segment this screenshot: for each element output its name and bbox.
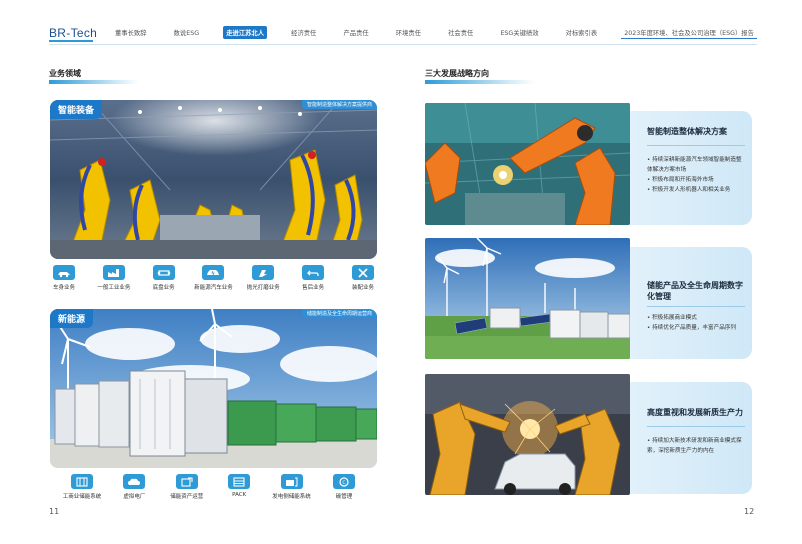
wind-storage-photo <box>425 238 630 359</box>
top-navigation: 董事长致辞 数说ESG 走进江苏北人 经济责任 产品责任 环境责任 社会责任 E… <box>112 26 757 44</box>
nav-item-esg-numbers[interactable]: 数说ESG <box>171 26 202 39</box>
business-item-label: 底盘业务 <box>152 285 175 291</box>
brand-logo: BR-Tech <box>49 26 98 40</box>
business-item-label: 储能资产运营 <box>170 494 204 500</box>
business-item-label: 新能源汽车业务 <box>194 285 233 291</box>
strategy-bullets: • 持续深耕新能源汽车领域智能制造整体解决方案市场 • 积极布局和开拓海外市场 … <box>647 155 747 195</box>
smart-equipment-corner-tag: 智能制造整体解决方案提供商 <box>301 100 377 109</box>
welding-robot-illustration <box>425 103 630 225</box>
nav-item-environment[interactable]: 环境责任 <box>393 26 424 39</box>
business-item-label: 碳管理 <box>335 494 353 500</box>
assembly-tools-icon <box>351 265 374 280</box>
business-item: 一般工业业务 <box>94 265 134 291</box>
strategy-card-title: 高度重视和发展新质生产力 <box>647 408 743 417</box>
business-item: 底盘业务 <box>144 265 184 291</box>
card-divider <box>647 426 745 427</box>
asset-ops-icon <box>175 474 198 489</box>
business-item-label: 装配业务 <box>351 285 374 291</box>
business-areas-title: 业务领域 <box>49 69 81 78</box>
car-body-icon <box>53 265 75 280</box>
chassis-icon <box>152 265 175 280</box>
nav-item-report-title[interactable]: 2023年度环境、社会及公司治理（ESG）报告 <box>621 26 757 39</box>
business-item-label: 一般工业业务 <box>97 285 131 291</box>
nav-item-product[interactable]: 产品责任 <box>340 26 371 39</box>
strategy-bullet: • 积极布局和开拓海外市场 <box>647 177 714 183</box>
carbon-icon: C <box>332 474 355 489</box>
business-item-label: 抛光打磨业务 <box>246 285 280 291</box>
business-item: 储能资产运营 <box>167 474 207 500</box>
strategy-bullet: • 持续深耕新能源汽车领域智能制造整体解决方案市场 <box>647 157 742 173</box>
header-divider <box>49 44 757 45</box>
page-number-left: 11 <box>49 507 60 516</box>
after-sales-icon <box>302 265 325 280</box>
nav-item-social[interactable]: 社会责任 <box>445 26 476 39</box>
energy-storage-illustration <box>50 309 377 468</box>
business-item-label: 车身业务 <box>52 285 75 291</box>
svg-text:C: C <box>342 480 345 486</box>
business-item-label: 工商业储能系统 <box>62 494 102 500</box>
business-item: PACK <box>219 474 259 500</box>
pack-icon <box>228 474 251 489</box>
business-item: 车身业务 <box>44 265 84 291</box>
business-areas-title-bar <box>49 80 139 84</box>
business-item: 新能源汽车业务 <box>193 265 233 291</box>
strategy-bullets: • 持续加大新技术研发和新商业模式探索，深挖新质生产力的内在 <box>647 436 747 456</box>
wind-storage-illustration <box>425 238 630 359</box>
business-item-label: PACK <box>232 492 247 498</box>
generation-storage-icon <box>280 474 303 489</box>
polishing-icon <box>252 265 275 280</box>
business-item: 装配业务 <box>343 265 383 291</box>
page-number-right: 12 <box>744 507 755 516</box>
smart-equipment-photo: 智能装备 智能制造整体解决方案提供商 <box>50 100 377 259</box>
strategy-bullet: • 积极拓展商业模式 <box>647 315 697 321</box>
robot-factory-illustration <box>50 100 377 259</box>
business-item: 虚拟电厂 <box>114 474 154 500</box>
strategy-bullet: • 持续加大新技术研发和新商业模式探索，深挖新质生产力的内在 <box>647 438 742 454</box>
business-item: 工商业储能系统 <box>62 474 102 500</box>
nav-item-kpi[interactable]: ESG关键绩效 <box>497 26 541 39</box>
strategy-card-title: 智能制造整体解决方案 <box>647 127 727 136</box>
strategy-bullets: • 积极拓展商业模式 • 持续优化产品质量，丰富产品序列 <box>647 313 747 333</box>
factory-icon <box>102 265 125 280</box>
nav-item-index[interactable]: 对标索引表 <box>563 26 600 39</box>
new-energy-photo: 新能源 储能制造及全生命周期运营商 <box>50 309 377 468</box>
nav-item-about[interactable]: 走进江苏北人 <box>223 26 267 39</box>
new-energy-tag: 新能源 <box>50 309 94 328</box>
strategy-bullet: • 持续优化产品质量，丰富产品序列 <box>647 325 736 331</box>
business-item: 抛光打磨业务 <box>243 265 283 291</box>
business-item: C 碳管理 <box>324 474 364 500</box>
ev-car-icon <box>202 265 225 280</box>
car-welding-photo <box>425 374 630 495</box>
business-item: 售后业务 <box>293 265 333 291</box>
nav-item-economic[interactable]: 经济责任 <box>288 26 319 39</box>
nav-item-chairman[interactable]: 董事长致辞 <box>112 26 149 39</box>
strategy-card-title: 储能产品及全生命周期数字化管理 <box>647 281 743 301</box>
card-divider <box>647 306 745 307</box>
smart-equipment-icon-row: 车身业务 一般工业业务 底盘业务 新能源汽车业务 抛光打磨业务 售后业务 装配业… <box>44 265 383 291</box>
business-item-label: 发电侧储能系统 <box>272 494 311 500</box>
battery-cabinet-icon <box>71 474 93 489</box>
car-welding-illustration <box>425 374 630 495</box>
logo-underline <box>49 40 93 42</box>
strategy-title: 三大发展战略方向 <box>425 69 489 78</box>
strategy-bullet: • 积极开发人形机器人和相关业务 <box>647 187 731 193</box>
new-energy-icon-row: 工商业储能系统 虚拟电厂 储能资产运营 PACK 发电侧储能系统 C 碳管理 <box>62 474 364 500</box>
business-item-label: 虚拟电厂 <box>123 494 146 500</box>
business-item: 发电侧储能系统 <box>272 474 312 500</box>
new-energy-corner-tag: 储能制造及全生命周期运营商 <box>301 309 377 318</box>
card-divider <box>647 145 745 146</box>
smart-equipment-tag: 智能装备 <box>50 100 103 119</box>
welding-robot-photo <box>425 103 630 225</box>
business-item-label: 售后业务 <box>302 285 325 291</box>
strategy-title-bar <box>425 80 535 84</box>
cloud-plant-icon <box>123 474 146 489</box>
